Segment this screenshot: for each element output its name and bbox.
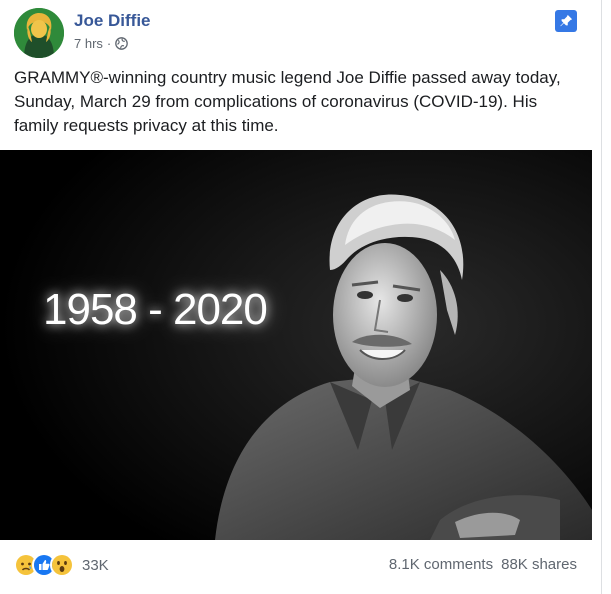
wow-reaction-icon xyxy=(50,553,74,577)
post-header: Joe Diffie 7 hrs · xyxy=(14,8,587,58)
comments-count-link[interactable]: 8.1K comments xyxy=(389,556,493,573)
post-photo[interactable]: 1958 - 2020 xyxy=(0,150,592,540)
engagement-stats: 8.1K comments 88K shares xyxy=(389,556,577,573)
page-avatar[interactable] xyxy=(14,8,64,58)
post-timestamp[interactable]: 7 hrs xyxy=(74,36,103,51)
post-meta: 7 hrs · xyxy=(74,36,129,51)
reactions-summary[interactable]: 33K xyxy=(14,553,109,577)
post-card: Joe Diffie 7 hrs · GRAMMY®-winning count… xyxy=(0,0,602,594)
meta-separator: · xyxy=(106,36,112,51)
pinned-post-icon[interactable] xyxy=(555,10,577,32)
author-name[interactable]: Joe Diffie xyxy=(74,11,151,31)
avatar-image xyxy=(14,8,64,58)
reaction-count[interactable]: 33K xyxy=(82,557,109,574)
globe-icon[interactable] xyxy=(115,37,129,50)
years-overlay-text: 1958 - 2020 xyxy=(43,285,268,334)
post-text: GRAMMY®-winning country music legend Joe… xyxy=(14,68,561,135)
pin-icon xyxy=(560,14,573,27)
shares-count-link[interactable]: 88K shares xyxy=(501,556,577,573)
memorial-photo xyxy=(0,150,592,540)
post-footer: 33K 8.1K comments 88K shares xyxy=(14,550,587,580)
